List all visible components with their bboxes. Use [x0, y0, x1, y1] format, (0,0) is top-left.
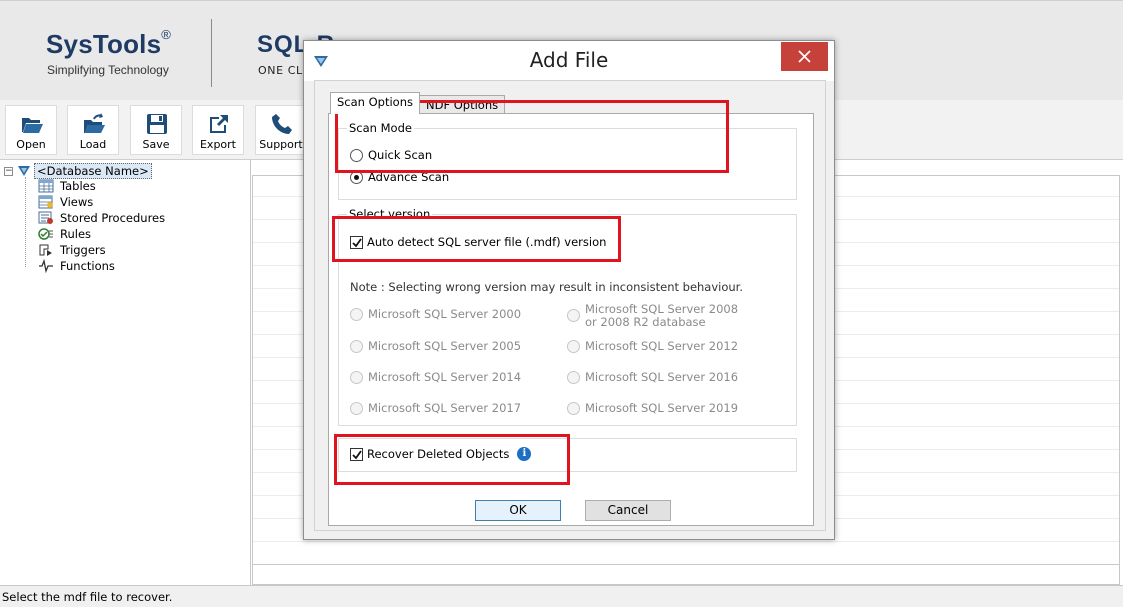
- tree-root-label: <Database Name>: [34, 163, 152, 179]
- load-button[interactable]: Load: [67, 105, 119, 155]
- tree-item-rules[interactable]: Rules: [38, 226, 91, 242]
- collapse-icon[interactable]: −: [4, 166, 13, 176]
- radio-button-disabled: [350, 339, 363, 353]
- version-label: Microsoft SQL Server 2008 or 2008 R2 dat…: [585, 302, 739, 329]
- version-radio-2008: Microsoft SQL Server 2008 or 2008 R2 dat…: [567, 303, 738, 329]
- dialog-title: Add File: [529, 48, 609, 72]
- highlight-box-auto-detect: [332, 216, 621, 262]
- view-icon: [38, 195, 53, 209]
- tree-item-label: Functions: [60, 259, 115, 273]
- radio-button-disabled: [567, 309, 580, 322]
- tree-item-label: Tables: [60, 179, 96, 193]
- version-radio-2000: Microsoft SQL Server 2000: [350, 307, 521, 321]
- status-text: Select the mdf file to recover.: [2, 590, 173, 604]
- floppy-disk-icon: [147, 114, 167, 134]
- save-button-label: Save: [142, 138, 170, 151]
- ok-button[interactable]: OK: [475, 500, 561, 521]
- version-label: Microsoft SQL Server 2000: [368, 307, 522, 321]
- version-label: Microsoft SQL Server 2019: [585, 401, 739, 415]
- version-radio-2014: Microsoft SQL Server 2014: [350, 370, 521, 384]
- function-icon: [39, 259, 53, 273]
- trigger-icon: [39, 244, 52, 256]
- folder-load-icon: [84, 113, 105, 133]
- tree-item-triggers[interactable]: Triggers: [38, 242, 106, 258]
- export-button-label: Export: [199, 138, 236, 151]
- tree-guide-line: [25, 177, 26, 267]
- stored-procedure-icon: [38, 211, 53, 224]
- grid-row-line: [253, 541, 1119, 542]
- version-radio-2012: Microsoft SQL Server 2012: [567, 339, 738, 353]
- version-radio-2016: Microsoft SQL Server 2016: [567, 370, 738, 384]
- brand-logo: SysTools®: [46, 27, 172, 59]
- version-label: Microsoft SQL Server 2016: [585, 370, 739, 384]
- tree-item-label: Views: [60, 195, 94, 209]
- header-divider: [211, 19, 212, 87]
- export-arrow-icon: [210, 115, 228, 133]
- open-button-label: Open: [16, 138, 46, 151]
- brand-tagline: Simplifying Technology: [47, 63, 169, 77]
- support-button[interactable]: Support: [255, 105, 307, 155]
- radio-button-disabled: [350, 370, 363, 384]
- close-icon: [798, 50, 811, 63]
- cancel-button[interactable]: Cancel: [585, 500, 671, 521]
- version-note: Note : Selecting wrong version may resul…: [350, 280, 744, 294]
- product-subtitle: ONE CL: [258, 64, 303, 77]
- version-label: Microsoft SQL Server 2014: [368, 370, 522, 384]
- save-button[interactable]: Save: [130, 105, 182, 155]
- version-radio-2017: Microsoft SQL Server 2017: [350, 401, 521, 415]
- table-icon: [38, 179, 54, 193]
- tree-item-views[interactable]: Views: [38, 194, 93, 210]
- radio-button-disabled: [350, 307, 363, 321]
- radio-button-disabled: [567, 401, 580, 415]
- tree-item-tables[interactable]: Tables: [38, 178, 96, 194]
- support-button-label: Support: [259, 138, 303, 151]
- version-label: Microsoft SQL Server 2012: [585, 339, 739, 353]
- tree-item-stored-procedures[interactable]: Stored Procedures: [38, 210, 165, 226]
- version-label: Microsoft SQL Server 2017: [368, 401, 522, 415]
- load-button-label: Load: [79, 138, 107, 151]
- highlight-box-recover-deleted: [334, 434, 570, 485]
- tree-item-label: Rules: [60, 227, 92, 241]
- tab-scan-options[interactable]: Scan Options: [330, 92, 420, 114]
- close-button[interactable]: [781, 42, 828, 71]
- radio-button-disabled: [567, 370, 580, 384]
- database-icon: [18, 166, 30, 176]
- open-button[interactable]: Open: [5, 105, 57, 155]
- version-label: Microsoft SQL Server 2005: [368, 339, 522, 353]
- tree-item-label: Stored Procedures: [60, 211, 166, 225]
- phone-icon: [272, 114, 292, 134]
- rules-icon: [38, 228, 53, 240]
- version-radio-2005: Microsoft SQL Server 2005: [350, 339, 521, 353]
- dialog-body: Scan Options NDF Options Scan Mode Quick…: [314, 80, 826, 531]
- add-file-dialog: Add File Scan Options NDF Options Scan M…: [303, 40, 835, 540]
- radio-button-disabled: [567, 339, 580, 353]
- version-radio-2019: Microsoft SQL Server 2019: [567, 401, 738, 415]
- content-footer-strip: [252, 565, 1120, 585]
- tree-root[interactable]: − <Database Name>: [4, 163, 152, 179]
- tree-item-functions[interactable]: Functions: [38, 258, 115, 274]
- tree-item-label: Triggers: [60, 243, 106, 257]
- export-button[interactable]: Export: [192, 105, 244, 155]
- scan-options-panel: Scan Mode Quick Scan Advance Scan Select…: [328, 100, 814, 526]
- dialog-titlebar[interactable]: Add File: [304, 41, 834, 81]
- status-bar: Select the mdf file to recover.: [0, 585, 1123, 607]
- radio-button-disabled: [350, 401, 363, 415]
- database-tree: − <Database Name> Tables Views Stored Pr…: [0, 160, 251, 585]
- folder-open-icon: [22, 118, 43, 133]
